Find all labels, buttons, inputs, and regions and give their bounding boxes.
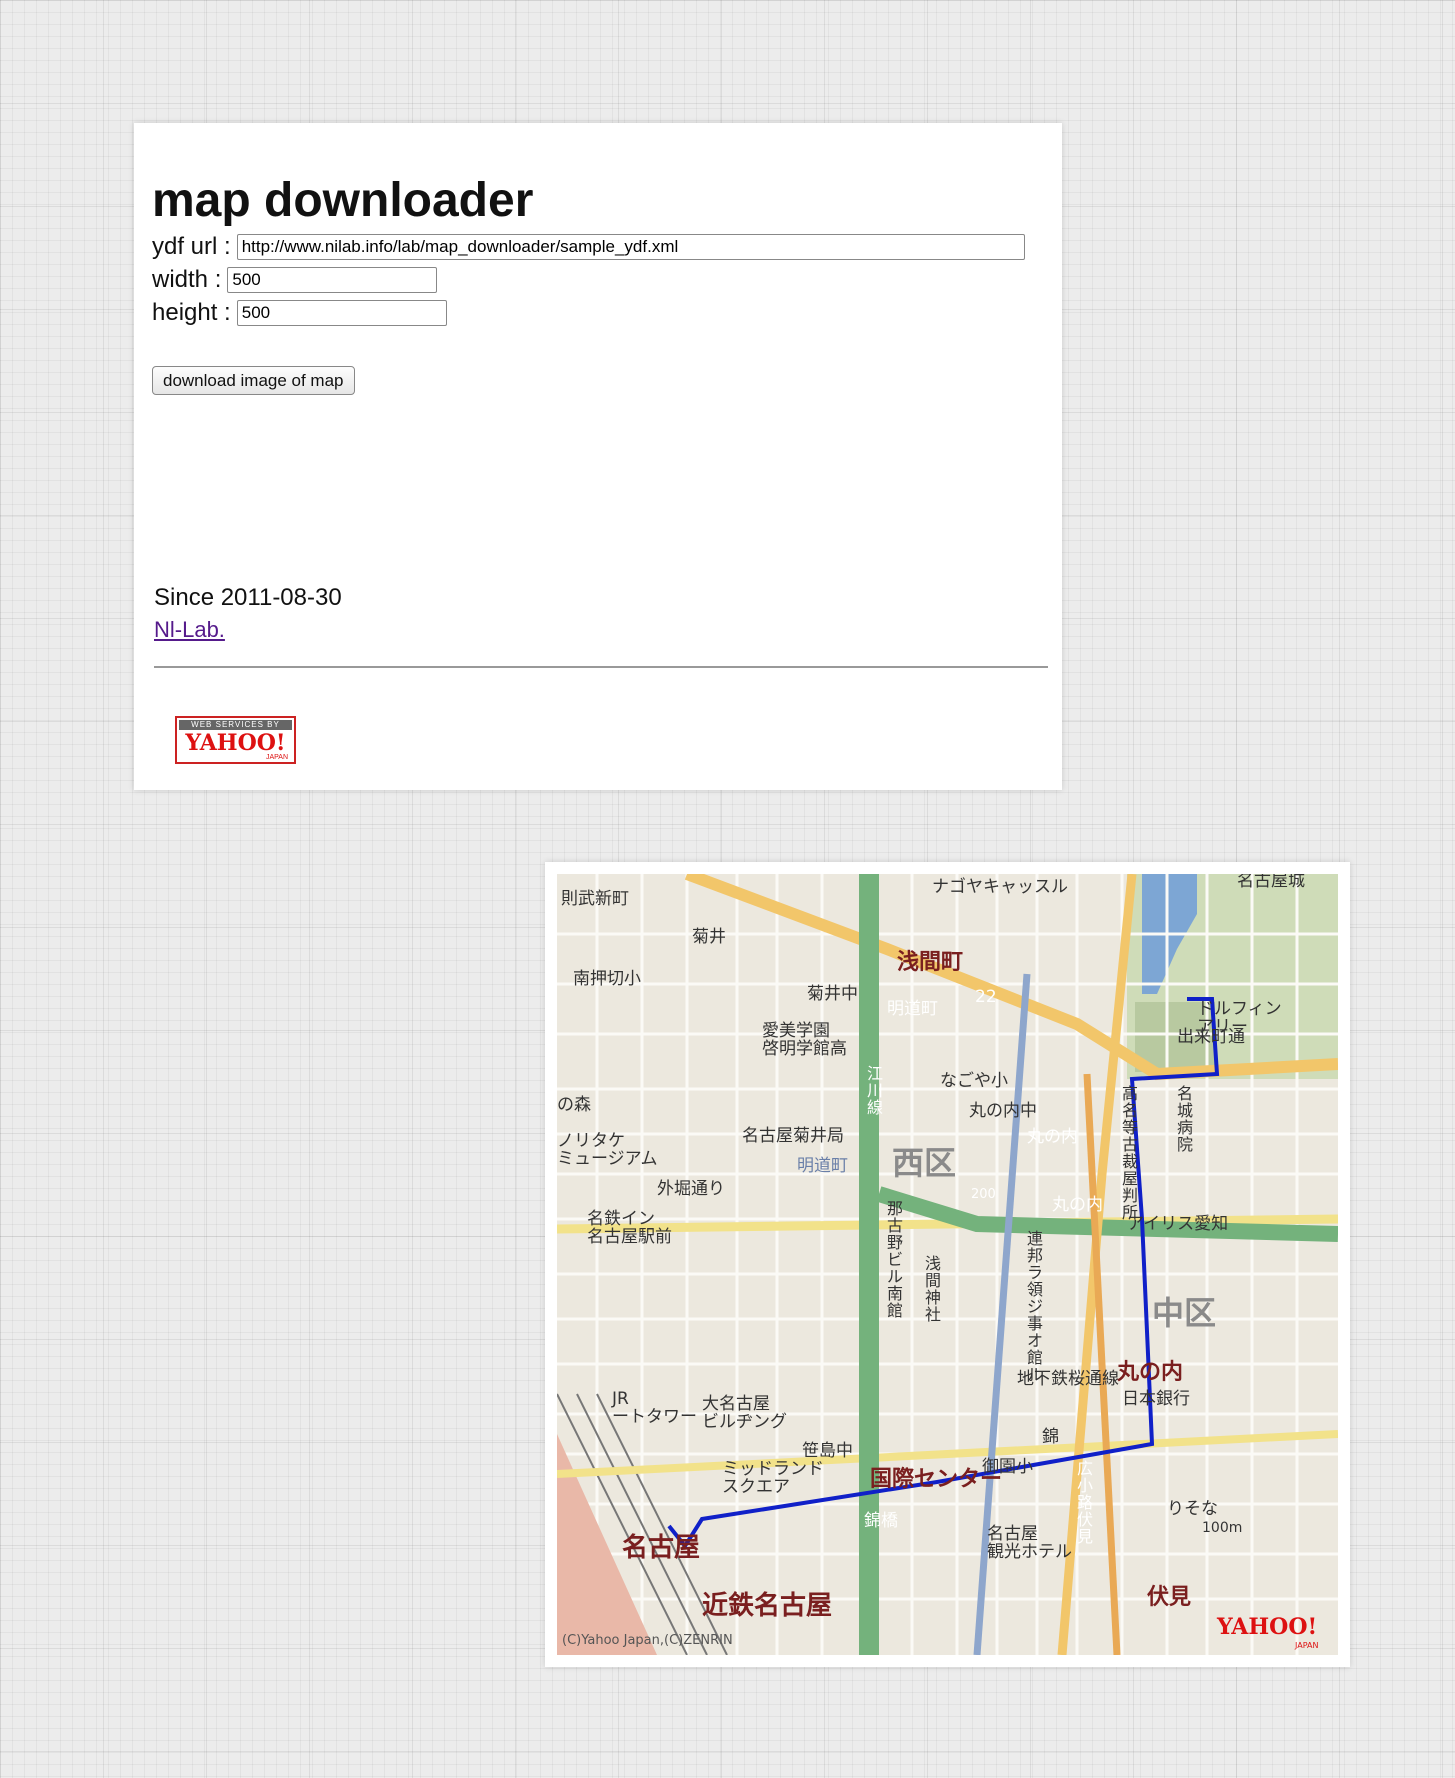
district-naka: 中区 [1152, 1294, 1216, 1332]
label-demachi: 出来町通 [1177, 1027, 1245, 1047]
label-misono: 御園小 [982, 1457, 1033, 1477]
label-marunouchi-sign: 丸の内 [1027, 1127, 1078, 1147]
page-title: map downloader [152, 174, 534, 227]
label-scale: 100m [1202, 1520, 1242, 1536]
map-image-frame: 浅間町 国際センター 名古屋 近鉄名古屋 丸の内 伏見 西区 中区 則武新町 ナ… [545, 862, 1350, 1667]
label-sasashima: 笹島中 [802, 1441, 853, 1461]
label-horikawa-line: 江川線 [867, 1064, 883, 1117]
badge-sub-text: JAPAN [265, 754, 288, 761]
ydf-url-label: ydf url : [152, 233, 231, 260]
label-forest: の森 [557, 1095, 591, 1115]
map-copyright: (C)Yahoo Japan,(C)ZENRIN [562, 1633, 733, 1648]
height-label: height : [152, 299, 231, 326]
label-midland: ミッドランドスクエア [722, 1459, 824, 1497]
label-iris: アイリス愛知 [1127, 1214, 1228, 1234]
label-marunouchi-sign2: 丸の内 [1052, 1195, 1103, 1215]
ydf-url-input[interactable] [236, 234, 1025, 260]
width-input[interactable] [227, 267, 438, 293]
map-downloader-page: map downloader ydf url : width : height … [134, 123, 1062, 790]
label-meidocho-sign2: 明道町 [797, 1156, 848, 1176]
label-kikui-post: 名古屋菊井局 [742, 1126, 844, 1146]
label-route200: 200 [971, 1187, 996, 1202]
label-aimi-gakuen: 愛美学園啓明学館高 [762, 1021, 847, 1059]
label-meidocho-sign: 明道町 [887, 999, 938, 1019]
label-jr-tower: JR ートタワー [611, 1389, 697, 1427]
height-input[interactable] [236, 300, 447, 326]
label-marunouchi-chu: 丸の内中 [969, 1101, 1037, 1121]
divider [154, 666, 1048, 668]
map-image: 浅間町 国際センター 名古屋 近鉄名古屋 丸の内 伏見 西区 中区 則武新町 ナ… [557, 874, 1338, 1655]
station-kintetsu-nagoya: 近鉄名古屋 [702, 1590, 832, 1621]
label-kanko-hotel: 名古屋観光ホテル [987, 1524, 1072, 1562]
map-svg: 浅間町 国際センター 名古屋 近鉄名古屋 丸の内 伏見 西区 中区 則武新町 ナ… [557, 874, 1338, 1655]
ydf-url-row: ydf url : [152, 233, 1025, 261]
label-hospital: 名城病院 [1177, 1084, 1193, 1154]
nl-lab-link[interactable]: Nl-Lab. [154, 617, 225, 643]
yahoo-web-services-badge[interactable]: WEB SERVICES BY YAHOO! JAPAN [175, 716, 296, 764]
badge-brand-text: YAHOO! [185, 730, 286, 756]
map-yahoo-logo: YAHOO! [1216, 1614, 1317, 1640]
label-minami-oshikiri: 南押切小 [573, 969, 641, 989]
district-nishi: 西区 [892, 1144, 956, 1182]
label-sotobori: 外堀通り [657, 1179, 725, 1199]
height-row: height : [152, 299, 447, 327]
label-renpo: 連邦ラ領ジ事オ館ル [1027, 1229, 1043, 1384]
label-kikui-chu: 菊井中 [807, 984, 858, 1004]
label-boj: 日本銀行 [1122, 1389, 1190, 1409]
width-label: width : [152, 266, 222, 293]
label-hirokoji: 広小路伏見 [1077, 1459, 1093, 1546]
download-button[interactable]: download image of map [152, 366, 355, 395]
label-nagoya-castle: 名古屋城 [1237, 874, 1305, 891]
since-text: Since 2011-08-30 [154, 584, 342, 611]
label-kikui: 菊井 [692, 927, 726, 947]
badge-top-text: WEB SERVICES BY [179, 720, 292, 730]
label-meitetsu-inn: 名鉄イン名古屋駅前 [587, 1209, 672, 1247]
label-court: 高名等古裁屋判所 [1122, 1084, 1138, 1222]
station-nagoya: 名古屋 [622, 1532, 700, 1563]
station-labels: 浅間町 国際センター 名古屋 近鉄名古屋 丸の内 伏見 [622, 950, 1191, 1621]
width-row: width : [152, 266, 438, 294]
label-nagoya-sho: なごや小 [940, 1071, 1008, 1091]
station-marunouchi: 丸の内 [1116, 1360, 1183, 1385]
label-nagoya-castle-road: ナゴヤキャッスル [932, 876, 1068, 897]
label-naka-bldg: 那古野ビル南館 [887, 1199, 903, 1320]
label-resona: りそな [1167, 1499, 1218, 1519]
label-route22: 22 [975, 987, 997, 1007]
label-noritake-shinmachi: 則武新町 [561, 889, 629, 909]
label-nishiki: 錦 [1042, 1427, 1059, 1447]
label-nishiki-bashi: 錦橋 [864, 1511, 898, 1531]
label-dai-nagoya: 大名古屋ビルヂング [702, 1394, 787, 1432]
station-fushimi: 伏見 [1147, 1584, 1191, 1610]
station-asamacho: 浅間町 [897, 950, 963, 975]
label-asama-jinja: 浅間神社 [925, 1254, 941, 1324]
map-yahoo-sub: JAPAN [1294, 1641, 1318, 1650]
